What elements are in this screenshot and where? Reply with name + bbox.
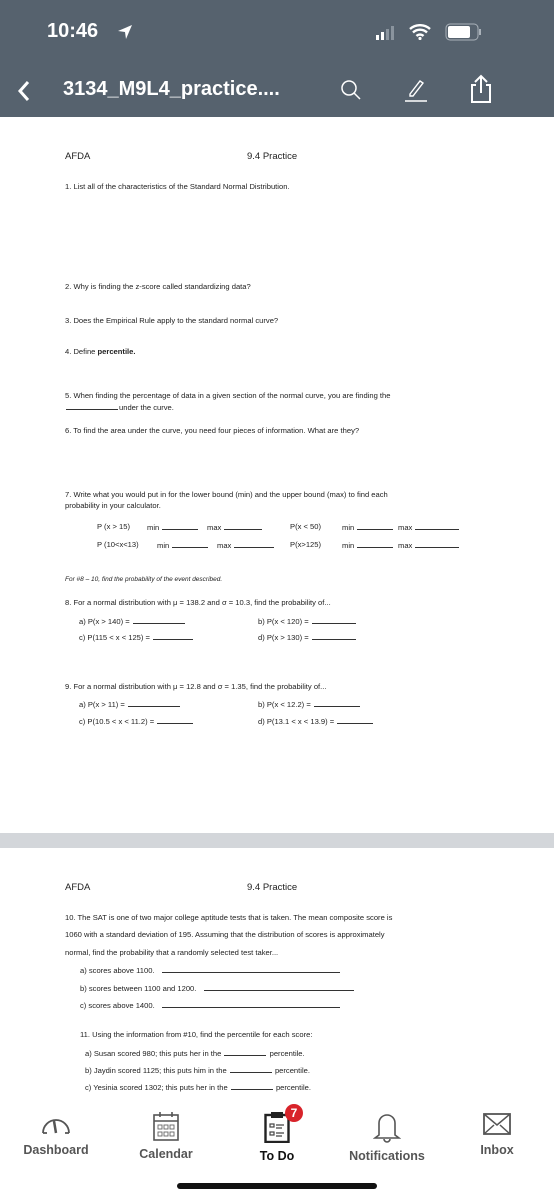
tab-label: Inbox xyxy=(480,1143,514,1157)
calendar-icon xyxy=(153,1112,179,1141)
home-indicator[interactable] xyxy=(177,1183,377,1189)
envelope-icon xyxy=(483,1113,511,1135)
q7-max: max xyxy=(398,540,460,550)
question-10-line: 1060 with a standard deviation of 195. A… xyxy=(65,930,385,939)
battery-icon xyxy=(445,23,481,41)
q8-part-a: a) P(x > 140) = xyxy=(79,616,186,626)
q9-part-d: d) P(13.1 < x < 13.9) = xyxy=(258,716,374,726)
share-icon[interactable] xyxy=(470,74,492,104)
q7-expr: P (x > 15) xyxy=(97,522,130,531)
markup-pen-icon[interactable] xyxy=(403,77,429,103)
document-title: 3134_M9L4_practice.... xyxy=(63,78,280,100)
instructions: For #8 – 10, find the probability of the… xyxy=(65,576,223,583)
tab-dashboard[interactable]: Dashboard xyxy=(6,1095,106,1157)
tab-label: Calendar xyxy=(139,1147,193,1161)
question-1: 1. List all of the characteristics of th… xyxy=(65,182,290,191)
gauge-icon xyxy=(42,1119,70,1134)
question-5-line-1: 5. When finding the percentage of data i… xyxy=(65,391,391,400)
q7-min: min xyxy=(342,540,394,550)
q8-part-b: b) P(x < 120) = xyxy=(258,616,357,626)
page-separator xyxy=(0,833,554,848)
q7-min: min xyxy=(342,522,394,532)
tab-label: Dashboard xyxy=(23,1143,89,1157)
question-7-line-1: 7. Write what you would put in for the l… xyxy=(65,490,388,499)
question-4-term: percentile. xyxy=(97,347,136,356)
tab-notifications[interactable]: Notifications xyxy=(337,1095,437,1163)
q10-part-a: a) scores above 1100. xyxy=(80,965,341,975)
course-label: AFDA xyxy=(65,882,91,893)
q10-part-b: b) scores between 1100 and 1200. xyxy=(80,983,355,993)
q10-part-c: c) scores above 1400. xyxy=(80,1000,341,1010)
tab-calendar[interactable]: Calendar xyxy=(116,1095,216,1161)
question-3: 3. Does the Empirical Rule apply to the … xyxy=(65,316,279,325)
wifi-icon xyxy=(409,24,431,40)
question-8: 8. For a normal distribution with μ = 13… xyxy=(65,598,331,607)
q9-part-c: c) P(10.5 < x < 11.2) = xyxy=(79,716,194,726)
q7-expr: P(x>125) xyxy=(290,540,322,549)
question-6: 6. To find the area under the curve, you… xyxy=(65,426,360,435)
question-4: 4. Define percentile. xyxy=(65,347,136,356)
q11-part-a: a) Susan scored 980; this puts her in th… xyxy=(85,1049,305,1058)
bell-icon xyxy=(373,1114,401,1143)
search-icon[interactable] xyxy=(340,79,362,101)
question-10-line: 10. The SAT is one of two major college … xyxy=(65,913,393,922)
q7-max: max xyxy=(217,540,275,550)
q7-expr: P (10<x<13) xyxy=(97,540,139,549)
course-label: AFDA xyxy=(65,151,91,162)
section-label: 9.4 Practice xyxy=(247,151,298,162)
tab-inbox[interactable]: Inbox xyxy=(447,1095,547,1157)
section-label: 9.4 Practice xyxy=(247,882,298,893)
question-9: 9. For a normal distribution with μ = 12… xyxy=(65,682,327,691)
q9-part-b: b) P(x < 12.2) = xyxy=(258,699,361,709)
question-5-text: under the curve. xyxy=(119,403,174,412)
q7-min: min xyxy=(157,540,209,550)
header: 10:46 3134_M9L4_practice.... xyxy=(0,0,554,117)
tab-label: Notifications xyxy=(349,1149,425,1163)
signal-icon xyxy=(376,26,394,40)
todo-count-badge: 7 xyxy=(285,1104,303,1122)
q7-max: max xyxy=(398,522,460,532)
q11-part-c: c) Yesinia scored 1302; this puts her in… xyxy=(85,1083,311,1092)
question-11: 11. Using the information from #10, find… xyxy=(80,1030,313,1039)
q7-expr: P(x < 50) xyxy=(290,522,322,531)
tab-todo[interactable]: To Do 7 xyxy=(227,1095,327,1163)
answer-blank[interactable] xyxy=(66,402,118,410)
question-10-line: normal, find the probability that a rand… xyxy=(65,948,279,957)
q7-min: min xyxy=(147,522,199,532)
question-5-line-2: under the curve. xyxy=(65,402,174,412)
question-2: 2. Why is finding the z-score called sta… xyxy=(65,282,251,291)
q8-part-c: c) P(115 < x < 125) = xyxy=(79,632,194,642)
location-arrow-icon xyxy=(118,25,132,39)
q7-max: max xyxy=(207,522,263,532)
q11-part-b: b) Jaydin scored 1125; this puts him in … xyxy=(85,1066,310,1075)
status-time: 10:46 xyxy=(47,20,99,42)
tab-label: To Do xyxy=(259,1149,295,1163)
q9-part-a: a) P(x > 11) = xyxy=(79,699,181,709)
back-chevron-icon[interactable] xyxy=(17,80,31,102)
question-4-text: 4. Define xyxy=(65,347,98,356)
q8-part-d: d) P(x > 130) = xyxy=(258,632,357,642)
question-7-line-2: probability in your calculator. xyxy=(65,501,161,510)
